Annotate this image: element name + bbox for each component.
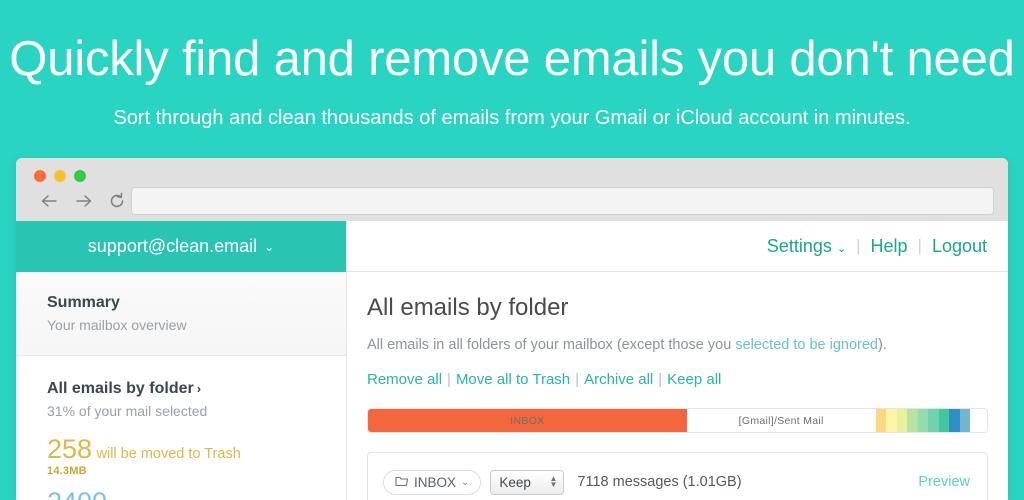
folder-segment[interactable] bbox=[886, 409, 897, 432]
bulk-actions: Remove all | Move all to Trash | Archive all… bbox=[367, 370, 988, 390]
folder-segment[interactable] bbox=[970, 409, 986, 432]
sidebar-section-subtitle: 31% of your mail selected bbox=[47, 403, 208, 419]
preview-link[interactable]: Preview bbox=[918, 474, 970, 490]
settings-label: Settings bbox=[766, 235, 832, 256]
main-content: Settings ⌄ | Help | Logout All emails by … bbox=[347, 221, 1008, 500]
content-area: All emails by folder All emails in all f… bbox=[347, 272, 1008, 500]
folder-segment[interactable]: INBOX bbox=[368, 409, 687, 432]
action-separator: | bbox=[447, 371, 451, 388]
summary-subtitle: Your mailbox overview bbox=[47, 317, 187, 333]
action-separator: | bbox=[658, 371, 663, 388]
folder-segment[interactable] bbox=[959, 409, 971, 432]
account-email: support@clean.email bbox=[87, 236, 258, 256]
move-all-to-trash-link[interactable]: Move all to Trash bbox=[456, 371, 570, 388]
stat-archive: 2400 will be archived bbox=[47, 488, 346, 500]
logout-link[interactable]: Logout bbox=[932, 236, 987, 257]
chevron-down-icon: ⌄ bbox=[264, 239, 275, 254]
stat-trash-line: 258 will be moved to Trash bbox=[47, 435, 346, 464]
chevron-down-icon: ⌄ bbox=[461, 476, 470, 488]
page-title: All emails by folder bbox=[367, 294, 569, 321]
browser-chrome bbox=[16, 158, 1008, 221]
folder-icon bbox=[395, 475, 409, 490]
sidebar-section-title: All emails by folder › bbox=[47, 378, 346, 399]
folder-selector[interactable]: INBOX ⌄ bbox=[383, 469, 482, 495]
action-separator: | bbox=[575, 371, 580, 388]
window-controls bbox=[34, 170, 86, 182]
stepper-icon: ▲ ▼ bbox=[549, 474, 558, 489]
folder-segment[interactable] bbox=[949, 409, 960, 432]
stat-trash-number: 258 bbox=[47, 434, 93, 464]
help-link[interactable]: Help bbox=[870, 236, 907, 257]
folder-segment[interactable] bbox=[938, 409, 950, 432]
folder-action-value: Keep bbox=[499, 474, 531, 490]
browser-window: support@clean.email ⌄ Summary Your mailb… bbox=[16, 158, 1008, 500]
hero-title: Quickly find and remove emails you don't… bbox=[9, 32, 1015, 86]
stat-archive-number: 2400 bbox=[47, 487, 107, 500]
settings-menu[interactable]: Settings ⌄ bbox=[767, 236, 846, 257]
stat-trash: 258 will be moved to Trash 14.3MB bbox=[47, 435, 346, 478]
archive-all-link[interactable]: Archive all bbox=[584, 371, 653, 388]
back-arrow-icon[interactable] bbox=[32, 188, 66, 214]
chevron-right-icon: › bbox=[196, 381, 202, 396]
hero-subtitle: Sort through and clean thousands of emai… bbox=[113, 107, 911, 129]
topbar-separator: | bbox=[856, 236, 861, 255]
chevron-down-icon: ⌄ bbox=[836, 242, 847, 255]
maximize-window-button[interactable] bbox=[74, 170, 86, 182]
sidebar: support@clean.email ⌄ Summary Your mailb… bbox=[16, 221, 347, 500]
folder-segment-label: [Gmail]/Sent Mail bbox=[738, 414, 824, 427]
ignored-link[interactable]: selected to be ignored bbox=[735, 337, 878, 353]
folder-segment-label: INBOX bbox=[510, 414, 545, 427]
summary-title: Summary bbox=[47, 294, 120, 311]
page-description: All emails in all folders of your mailbo… bbox=[367, 335, 988, 355]
minimize-window-button[interactable] bbox=[54, 170, 66, 182]
folder-distribution-bar[interactable]: INBOX [Gmail]/Sent Mail bbox=[367, 408, 988, 433]
message-count: 7118 messages (1.01GB) bbox=[577, 474, 742, 490]
folder-segment[interactable] bbox=[896, 409, 908, 432]
stat-trash-size: 14.3MB bbox=[47, 465, 87, 477]
folder-action-select[interactable]: Keep ▲ ▼ bbox=[490, 469, 565, 495]
folder-segment[interactable] bbox=[875, 409, 887, 432]
url-input[interactable] bbox=[131, 187, 994, 215]
folder-segment[interactable] bbox=[917, 409, 929, 432]
page-description-post: ). bbox=[878, 337, 887, 353]
keep-all-link[interactable]: Keep all bbox=[667, 371, 721, 388]
close-window-button[interactable] bbox=[34, 170, 46, 182]
folder-segment[interactable] bbox=[907, 409, 918, 432]
forward-arrow-icon[interactable] bbox=[66, 188, 100, 214]
folder-segment[interactable] bbox=[928, 409, 939, 432]
sidebar-section-label: All emails by folder bbox=[47, 380, 194, 397]
folder-row: INBOX ⌄ Keep ▲ ▼ 7118 messages (1.01GB) … bbox=[367, 452, 988, 500]
folder-name: INBOX bbox=[414, 474, 457, 490]
stat-trash-label: will be moved to Trash bbox=[96, 446, 241, 462]
account-switcher[interactable]: support@clean.email ⌄ bbox=[16, 221, 346, 272]
remove-all-link[interactable]: Remove all bbox=[367, 371, 442, 388]
page-description-pre: All emails in all folders of your mailbo… bbox=[367, 337, 736, 353]
reload-icon[interactable] bbox=[100, 188, 134, 214]
app-body: support@clean.email ⌄ Summary Your mailb… bbox=[16, 221, 1008, 500]
summary-panel: Summary Your mailbox overview bbox=[16, 272, 346, 356]
topbar-separator: | bbox=[917, 236, 922, 255]
hero-banner: Quickly find and remove emails you don't… bbox=[0, 0, 1024, 155]
browser-nav bbox=[32, 188, 134, 214]
folder-segment[interactable]: [Gmail]/Sent Mail bbox=[687, 409, 876, 432]
app-topbar: Settings ⌄ | Help | Logout bbox=[347, 221, 1008, 272]
sidebar-item-all-emails-by-folder[interactable]: All emails by folder › 31% of your mail s… bbox=[16, 356, 346, 500]
